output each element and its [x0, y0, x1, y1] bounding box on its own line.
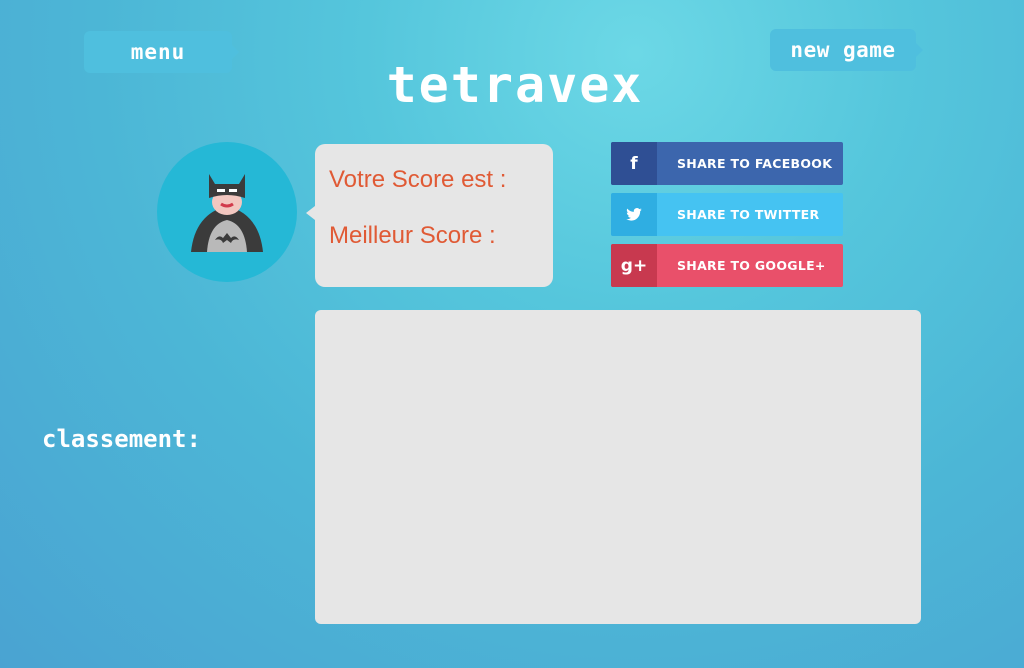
- ranking-label: classement:: [42, 425, 201, 453]
- score-label: Votre Score est :: [329, 166, 507, 193]
- score-card: Votre Score est : Meilleur Score :: [306, 144, 553, 287]
- share-facebook-button[interactable]: f SHARE TO FACEBOOK: [611, 142, 843, 185]
- twitter-icon: [611, 193, 657, 236]
- share-facebook-label: SHARE TO FACEBOOK: [677, 156, 833, 171]
- ranking-panel: [315, 310, 921, 624]
- share-google-label: SHARE TO GOOGLE+: [677, 258, 826, 273]
- share-twitter-label: SHARE TO TWITTER: [677, 207, 820, 222]
- app-logo: tetravex: [386, 56, 644, 114]
- batman-avatar-icon: [191, 174, 263, 252]
- facebook-icon: f: [611, 142, 657, 185]
- google-plus-icon: g+: [611, 244, 657, 287]
- share-twitter-button[interactable]: SHARE TO TWITTER: [611, 193, 843, 236]
- new-game-button[interactable]: new game: [770, 29, 923, 71]
- share-google-button[interactable]: g+ SHARE TO GOOGLE+: [611, 244, 843, 287]
- best-score-label: Meilleur Score :: [329, 222, 496, 249]
- avatar: [157, 142, 297, 282]
- menu-button[interactable]: menu: [84, 31, 239, 73]
